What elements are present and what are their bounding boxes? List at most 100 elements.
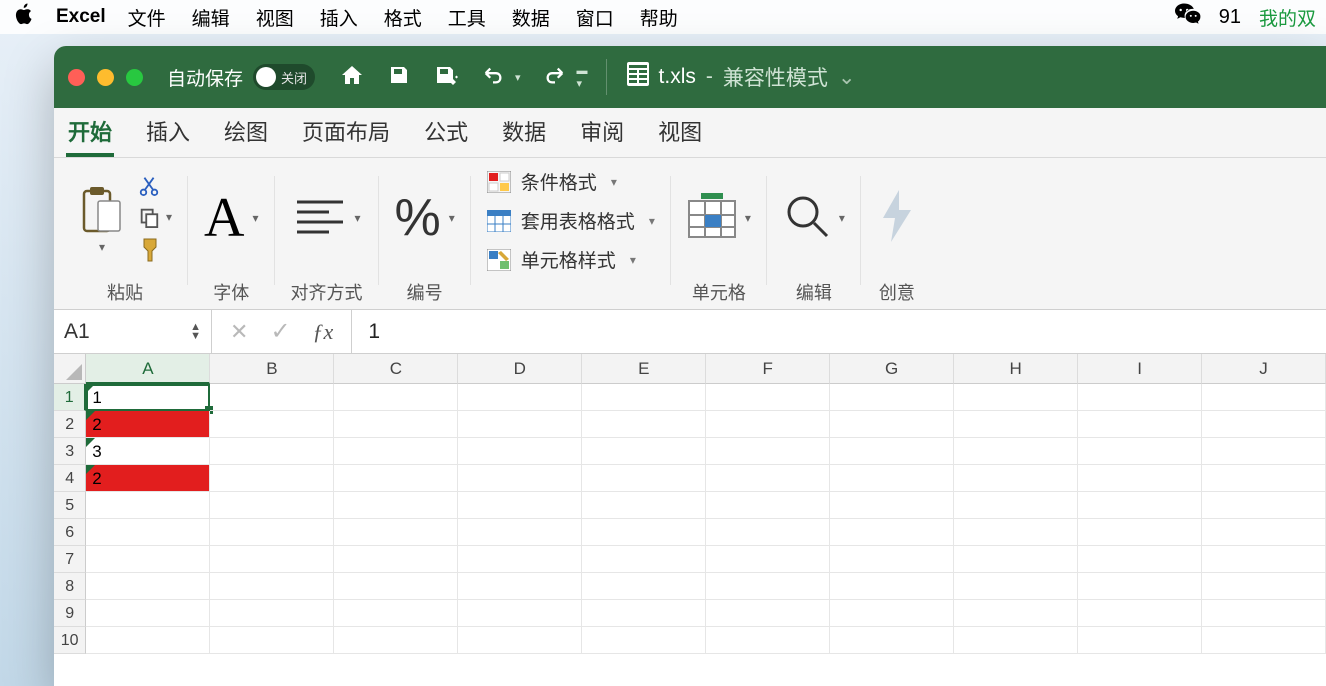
cell-B2[interactable] — [210, 411, 334, 438]
cell-C4[interactable] — [334, 465, 458, 492]
tab-layout[interactable]: 页面布局 — [300, 105, 392, 157]
row-header[interactable]: 4 — [54, 465, 86, 492]
cell-B5[interactable] — [210, 492, 334, 519]
cell-E8[interactable] — [582, 573, 706, 600]
row-header[interactable]: 2 — [54, 411, 86, 438]
cell-I10[interactable] — [1078, 627, 1202, 654]
copy-button[interactable]: ▾ — [138, 205, 172, 229]
menu-file[interactable]: 文件 — [128, 4, 166, 31]
window-close[interactable] — [68, 69, 85, 86]
bolt-icon[interactable] — [877, 188, 917, 249]
cell-F7[interactable] — [706, 546, 830, 573]
cell-I6[interactable] — [1078, 519, 1202, 546]
cell-E2[interactable] — [582, 411, 706, 438]
cell-G8[interactable] — [830, 573, 954, 600]
align-dropdown[interactable]: ▾ — [355, 211, 361, 225]
cell-I2[interactable] — [1078, 411, 1202, 438]
cell-F10[interactable] — [706, 627, 830, 654]
cell-E3[interactable] — [582, 438, 706, 465]
cell-C9[interactable] — [334, 600, 458, 627]
cell-F6[interactable] — [706, 519, 830, 546]
row-header[interactable]: 1 — [54, 384, 86, 411]
col-header-D[interactable]: D — [458, 354, 582, 384]
cell-H4[interactable] — [954, 465, 1078, 492]
cell-D10[interactable] — [458, 627, 582, 654]
fx-icon[interactable]: ƒx — [313, 319, 334, 345]
cell-E10[interactable] — [582, 627, 706, 654]
cell-D9[interactable] — [458, 600, 582, 627]
title-chevron-icon[interactable]: ⌄ — [838, 65, 856, 90]
col-header-G[interactable]: G — [830, 354, 954, 384]
cell-J6[interactable] — [1202, 519, 1326, 546]
formula-input[interactable]: 1 — [352, 320, 396, 344]
row-header[interactable]: 6 — [54, 519, 86, 546]
cell-G2[interactable] — [830, 411, 954, 438]
cell-D4[interactable] — [458, 465, 582, 492]
undo-icon[interactable] — [481, 64, 505, 91]
cell-C8[interactable] — [334, 573, 458, 600]
search-icon[interactable] — [783, 192, 831, 245]
cell-C6[interactable] — [334, 519, 458, 546]
cell-I8[interactable] — [1078, 573, 1202, 600]
cell-A5[interactable] — [86, 492, 210, 519]
row-header[interactable]: 8 — [54, 573, 86, 600]
home-icon[interactable] — [339, 63, 365, 92]
cell-E4[interactable] — [582, 465, 706, 492]
tab-formulas[interactable]: 公式 — [422, 105, 470, 157]
cell-J2[interactable] — [1202, 411, 1326, 438]
font-dropdown[interactable]: ▾ — [252, 211, 258, 225]
cell-F5[interactable] — [706, 492, 830, 519]
select-all-corner[interactable] — [54, 354, 86, 384]
cell-H3[interactable] — [954, 438, 1078, 465]
cell-C2[interactable] — [334, 411, 458, 438]
cell-A7[interactable] — [86, 546, 210, 573]
tab-draw[interactable]: 绘图 — [222, 105, 270, 157]
table-format-button[interactable]: 套用表格格式▾ — [487, 207, 655, 234]
cell-G3[interactable] — [830, 438, 954, 465]
cell-J3[interactable] — [1202, 438, 1326, 465]
menu-tools[interactable]: 工具 — [448, 4, 486, 31]
col-header-H[interactable]: H — [954, 354, 1078, 384]
cell-G7[interactable] — [830, 546, 954, 573]
redo-icon[interactable] — [543, 64, 567, 91]
cell-I1[interactable] — [1078, 384, 1202, 411]
cell-E6[interactable] — [582, 519, 706, 546]
cell-D8[interactable] — [458, 573, 582, 600]
conditional-format-button[interactable]: 条件格式▾ — [487, 168, 617, 195]
qat-customize-icon[interactable]: ▬▾ — [577, 65, 586, 90]
cell-B4[interactable] — [210, 465, 334, 492]
window-zoom[interactable] — [126, 69, 143, 86]
cells-icon[interactable] — [687, 193, 737, 244]
tab-home[interactable]: 开始 — [66, 105, 114, 157]
cell-H6[interactable] — [954, 519, 1078, 546]
cell-B10[interactable] — [210, 627, 334, 654]
percent-icon[interactable]: % — [395, 188, 441, 248]
cell-F1[interactable] — [706, 384, 830, 411]
cell-A4[interactable]: 2 — [86, 465, 210, 492]
cell-B9[interactable] — [210, 600, 334, 627]
apple-icon[interactable] — [14, 3, 34, 31]
paste-dropdown[interactable]: ▾ — [99, 240, 105, 254]
row-header[interactable]: 5 — [54, 492, 86, 519]
paste-icon[interactable] — [78, 183, 124, 240]
cell-H2[interactable] — [954, 411, 1078, 438]
save-icon[interactable] — [387, 63, 411, 92]
align-icon[interactable] — [293, 196, 347, 241]
cell-B7[interactable] — [210, 546, 334, 573]
cell-B6[interactable] — [210, 519, 334, 546]
menu-help[interactable]: 帮助 — [640, 4, 678, 31]
cell-C3[interactable] — [334, 438, 458, 465]
cell-D2[interactable] — [458, 411, 582, 438]
menu-view[interactable]: 视图 — [256, 4, 294, 31]
cell-A10[interactable] — [86, 627, 210, 654]
cell-C10[interactable] — [334, 627, 458, 654]
cell-F9[interactable] — [706, 600, 830, 627]
cell-I3[interactable] — [1078, 438, 1202, 465]
cell-I4[interactable] — [1078, 465, 1202, 492]
cell-G6[interactable] — [830, 519, 954, 546]
name-box[interactable]: A1 ▲▼ — [54, 310, 212, 353]
cell-H10[interactable] — [954, 627, 1078, 654]
cell-E9[interactable] — [582, 600, 706, 627]
cell-G9[interactable] — [830, 600, 954, 627]
cell-G5[interactable] — [830, 492, 954, 519]
